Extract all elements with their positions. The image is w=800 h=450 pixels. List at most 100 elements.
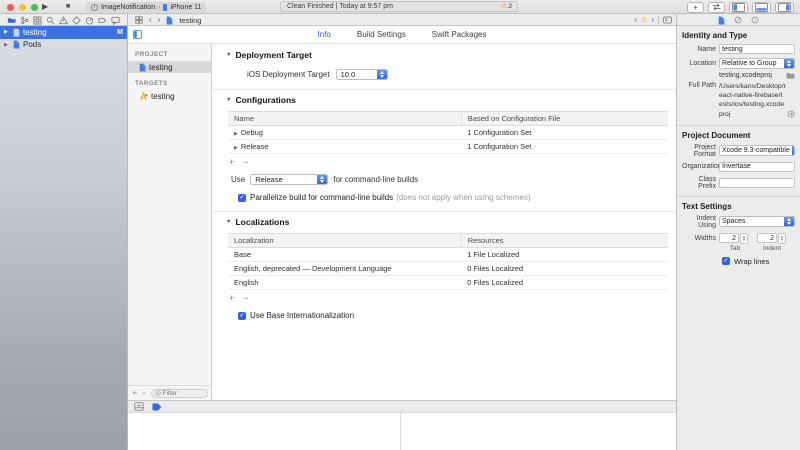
project-format-dropdown[interactable]: Xcode 9.3-compatible <box>719 145 795 156</box>
full-path-label: Full Path <box>682 82 716 119</box>
disclosure-icon[interactable]: ▼ <box>226 97 231 103</box>
location-dropdown[interactable]: Relative to Group <box>719 58 795 69</box>
disclosure-icon[interactable]: ▶ <box>4 29 10 35</box>
toggle-debug-area-button[interactable] <box>752 2 771 13</box>
history-inspector-icon[interactable] <box>734 16 742 24</box>
table-row[interactable]: Base 1 File Localized <box>228 248 668 262</box>
table-row[interactable]: ▶Debug 1 Configuration Set <box>228 126 668 140</box>
remove-configuration-button[interactable]: − <box>243 158 248 167</box>
close-window-button[interactable] <box>7 4 14 11</box>
quick-help-inspector-icon[interactable]: ? <box>751 16 759 24</box>
target-item-testing[interactable]: testing <box>128 90 211 102</box>
stop-button[interactable]: ■ <box>66 1 70 13</box>
dropdown-value: 10.0 <box>337 70 377 79</box>
tab-info[interactable]: Info <box>318 30 331 39</box>
test-navigator-icon[interactable] <box>72 16 81 25</box>
debug-console[interactable] <box>128 413 676 450</box>
run-button[interactable]: ▶ <box>42 1 48 13</box>
parallelize-build-row: ✓ Parallelize build for command-line bui… <box>238 193 676 202</box>
disclosure-icon[interactable]: ▼ <box>226 219 231 225</box>
report-navigator-icon[interactable] <box>111 16 120 25</box>
next-issue-icon[interactable]: › <box>651 15 654 25</box>
project-item-testing[interactable]: testing <box>128 61 211 73</box>
jump-bar: ‹ › testing ‹ ⚠ › <box>128 14 676 26</box>
add-target-button[interactable]: + <box>132 388 137 398</box>
disclosure-icon[interactable]: ▶ <box>234 131 238 137</box>
back-icon[interactable]: ‹ <box>149 15 152 25</box>
ios-deployment-target-dropdown[interactable]: 10.0 <box>336 69 388 80</box>
jump-bar-file-label[interactable]: testing <box>179 16 201 25</box>
remove-target-button[interactable]: − <box>141 388 146 398</box>
toggle-navigator-button[interactable] <box>729 2 748 13</box>
jump-to-path-icon[interactable] <box>787 110 795 118</box>
stepper-arrows-icon[interactable] <box>740 233 748 244</box>
project-list-filter-bar: + − <box>128 385 212 400</box>
file-inspector-icon[interactable] <box>718 16 725 25</box>
source-control-navigator-icon[interactable] <box>20 16 29 25</box>
indent-using-dropdown[interactable]: Spaces <box>719 216 795 227</box>
related-items-icon[interactable] <box>135 16 143 24</box>
class-prefix-field[interactable] <box>719 178 795 188</box>
folder-icon[interactable] <box>786 72 795 79</box>
add-editor-button[interactable]: + <box>687 2 704 13</box>
scheme-selector[interactable]: i ImageNotification › iPhone 11 <box>86 2 206 12</box>
scheme-target-label: ImageNotification <box>101 4 155 11</box>
tab-width-value[interactable]: 2 <box>719 233 739 243</box>
table-row[interactable]: English, deprecated — Development Langua… <box>228 262 668 276</box>
toggle-inspector-button[interactable] <box>775 2 794 13</box>
issue-navigator-icon[interactable] <box>59 16 68 25</box>
toggle-project-list-icon[interactable] <box>133 30 142 39</box>
symbol-navigator-icon[interactable] <box>33 16 42 25</box>
add-configuration-button[interactable]: + <box>229 158 234 167</box>
section-localizations[interactable]: ▼ Localizations <box>226 217 676 227</box>
minus-icon: − <box>141 388 146 398</box>
forward-icon[interactable]: › <box>158 15 161 25</box>
project-info-form: ▼ Deployment Target iOS Deployment Targe… <box>212 44 676 400</box>
disclosure-icon[interactable]: ▼ <box>226 52 231 58</box>
breakpoints-toggle-icon[interactable] <box>152 403 162 411</box>
zoom-window-button[interactable] <box>31 4 38 11</box>
use-label: Use <box>231 175 245 184</box>
breakpoint-navigator-icon[interactable] <box>98 16 107 25</box>
disclosure-icon[interactable]: ▶ <box>4 42 10 48</box>
name-field[interactable] <box>719 44 795 54</box>
command-line-builds-suffix: for command-line builds <box>333 175 418 184</box>
stepper-arrows-icon[interactable] <box>778 233 786 244</box>
tab-build-settings[interactable]: Build Settings <box>357 30 406 39</box>
section-deployment-target[interactable]: ▼ Deployment Target <box>226 50 676 60</box>
section-configurations[interactable]: ▼ Configurations <box>226 95 676 105</box>
minimize-window-button[interactable] <box>19 4 26 11</box>
command-line-configuration-dropdown[interactable]: Release <box>250 174 328 185</box>
find-navigator-icon[interactable] <box>46 16 55 25</box>
project-navigator-icon[interactable] <box>7 16 16 25</box>
localizations-table: Localization Resources Base 1 File Local… <box>228 233 668 290</box>
indent-width-value[interactable]: 2 <box>757 233 777 243</box>
editor-options-icon[interactable] <box>663 16 672 24</box>
remove-localization-button[interactable]: − <box>243 294 248 303</box>
hide-debug-area-icon[interactable] <box>134 402 144 411</box>
use-base-checkbox[interactable]: ✓ <box>238 312 246 320</box>
debug-navigator-icon[interactable] <box>85 16 94 25</box>
wrap-lines-checkbox[interactable]: ✓ <box>722 257 730 265</box>
tab-width-stepper[interactable]: 2 <box>719 233 748 244</box>
add-localization-button[interactable]: + <box>229 294 234 303</box>
console-divider[interactable] <box>400 413 401 450</box>
table-row[interactable]: English 0 Files Localized <box>228 276 668 290</box>
dropdown-value: Relative to Group <box>720 60 784 67</box>
code-review-button[interactable] <box>708 2 725 13</box>
activity-viewer[interactable]: Clean Finished | Today at 9:57 pm ⚠ 2 <box>280 1 518 12</box>
parallelize-checkbox[interactable]: ✓ <box>238 194 246 202</box>
previous-issue-icon[interactable]: ‹ <box>634 15 637 25</box>
sidebar-item-pods[interactable]: ▶ Pods <box>0 39 127 52</box>
warning-badge[interactable]: ⚠ 2 <box>501 2 512 11</box>
tab-swift-packages[interactable]: Swift Packages <box>432 30 487 39</box>
filter-input[interactable] <box>163 390 204 397</box>
configuration-based-on: 1 Configuration Set <box>461 126 668 140</box>
organization-field[interactable] <box>719 162 795 172</box>
indent-width-stepper[interactable]: 2 <box>757 233 786 244</box>
sidebar-item-testing[interactable]: ▶ testing M <box>0 26 127 39</box>
filter-field[interactable] <box>151 389 208 398</box>
table-row[interactable]: ▶Release 1 Configuration Set <box>228 140 668 154</box>
indent-using-label: Indent Using <box>682 215 716 229</box>
disclosure-icon[interactable]: ▶ <box>234 145 238 151</box>
